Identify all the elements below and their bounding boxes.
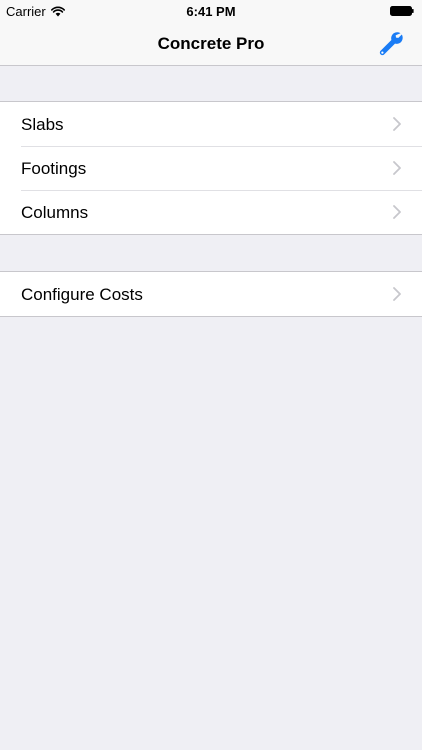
navigation-bar: Concrete Pro bbox=[0, 22, 422, 66]
list-item-label: Configure Costs bbox=[21, 285, 143, 304]
list-item-footings[interactable]: Footings bbox=[0, 146, 422, 190]
wrench-icon bbox=[379, 32, 403, 56]
list-item-label: Slabs bbox=[21, 115, 64, 134]
page-title: Concrete Pro bbox=[157, 34, 265, 53]
calculators-group: Slabs Footings Columns bbox=[0, 101, 422, 235]
status-time: 6:41 PM bbox=[186, 4, 236, 19]
list-item-slabs[interactable]: Slabs bbox=[0, 102, 422, 146]
status-bar: Carrier 6:41 PM bbox=[0, 0, 422, 22]
settings-group: Configure Costs bbox=[0, 271, 422, 317]
settings-button[interactable] bbox=[374, 28, 408, 60]
chevron-right-icon bbox=[393, 287, 401, 301]
list-item-columns[interactable]: Columns bbox=[0, 190, 422, 234]
chevron-right-icon bbox=[393, 117, 401, 131]
chevron-right-icon bbox=[393, 161, 401, 175]
app-screen: Carrier 6:41 PM Concrete Pro Slabs Footi… bbox=[0, 0, 422, 750]
chevron-right-icon bbox=[393, 205, 401, 219]
list-item-label: Footings bbox=[21, 159, 87, 178]
list-item-label: Columns bbox=[21, 203, 89, 222]
list-item-configure-costs[interactable]: Configure Costs bbox=[0, 272, 422, 316]
battery-icon bbox=[390, 6, 414, 16]
